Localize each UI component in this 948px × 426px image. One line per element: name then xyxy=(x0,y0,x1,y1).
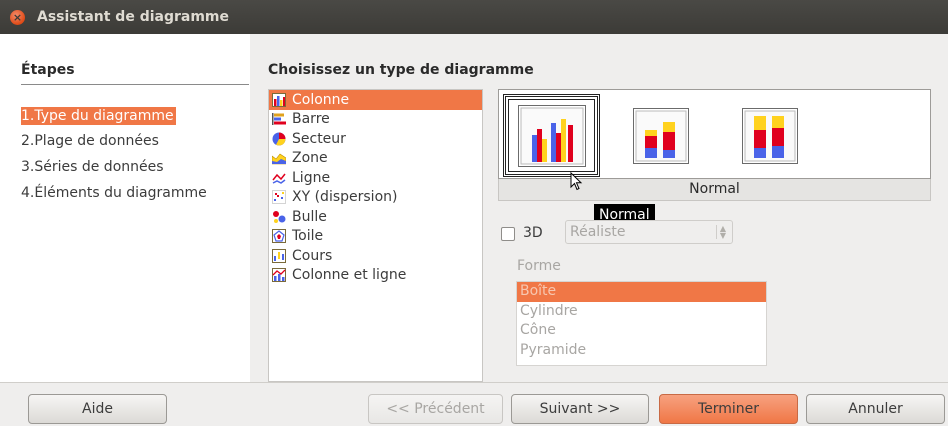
chart-type-label: Bulle xyxy=(292,208,327,225)
column-line-chart-icon xyxy=(272,268,286,283)
chart-wizard-window: × Assistant de diagramme Étapes 1.Type d… xyxy=(0,0,948,426)
section-title: Choisissez un type de diagramme xyxy=(268,62,534,78)
shape-item[interactable]: Cylindre xyxy=(517,302,766,322)
cancel-button[interactable]: Annuler xyxy=(806,394,945,424)
3d-checkbox-label[interactable]: 3D xyxy=(523,225,543,241)
column-chart-icon xyxy=(272,92,286,107)
chart-type-label: Barre xyxy=(292,111,330,128)
chart-type-net[interactable]: Toile xyxy=(269,227,482,247)
mouse-pointer-icon xyxy=(570,172,583,191)
chart-type-label: Toile xyxy=(292,228,324,245)
chart-type-area[interactable]: Zone xyxy=(269,149,482,169)
stacked-column-icon xyxy=(632,107,689,164)
net-chart-icon xyxy=(272,229,286,244)
chart-type-scatter[interactable]: XY (dispersion) xyxy=(269,188,482,208)
shape-list[interactable]: Boîte Cylindre Cône Pyramide xyxy=(516,281,767,366)
variant-percent-stacked[interactable] xyxy=(721,94,818,177)
line-chart-icon xyxy=(272,173,286,184)
step-data-series[interactable]: 3.Séries de données xyxy=(21,159,164,175)
variant-stacked[interactable] xyxy=(612,94,709,177)
chart-type-column[interactable]: Colonne xyxy=(269,90,482,110)
chart-type-label: Cours xyxy=(292,247,333,264)
chart-type-label: XY (dispersion) xyxy=(292,189,398,206)
chart-variant-preview xyxy=(498,89,931,179)
steps-title: Étapes xyxy=(21,62,75,78)
step-data-range[interactable]: 2.Plage de données xyxy=(21,133,159,149)
percent-stacked-column-icon xyxy=(741,107,798,164)
3d-scheme-combo[interactable]: Réaliste ▲ ▼ xyxy=(565,220,733,244)
previous-button[interactable]: << Précédent xyxy=(368,394,503,424)
normal-column-icon xyxy=(517,104,586,167)
help-button[interactable]: Aide xyxy=(28,394,167,424)
shape-item[interactable]: Pyramide xyxy=(517,341,766,361)
pie-chart-icon xyxy=(272,132,286,146)
chart-type-bar[interactable]: Barre xyxy=(269,110,482,130)
title-bar: × Assistant de diagramme xyxy=(0,0,948,34)
area-chart-icon xyxy=(272,153,286,165)
3d-scheme-value: Réaliste xyxy=(570,224,626,240)
chart-type-stock[interactable]: Cours xyxy=(269,246,482,266)
window-title: Assistant de diagramme xyxy=(37,9,230,25)
shape-label: Forme xyxy=(517,258,561,274)
steps-pane: Étapes 1.Type du diagramme 2.Plage de do… xyxy=(0,34,250,382)
spin-arrows-icon: ▲ ▼ xyxy=(716,225,726,240)
chart-type-label: Colonne et ligne xyxy=(292,267,407,284)
chart-type-bubble[interactable]: Bulle xyxy=(269,207,482,227)
close-icon[interactable]: × xyxy=(10,9,25,25)
3d-checkbox[interactable] xyxy=(501,227,515,241)
chart-type-label: Secteur xyxy=(292,130,346,147)
step-chart-type[interactable]: 1.Type du diagramme xyxy=(21,107,176,125)
stock-chart-icon xyxy=(272,248,286,263)
finish-button[interactable]: Terminer xyxy=(659,394,798,424)
chart-type-line[interactable]: Ligne xyxy=(269,168,482,188)
shape-item[interactable]: Boîte xyxy=(517,282,766,302)
chart-type-label: Colonne xyxy=(292,91,350,108)
variant-normal[interactable] xyxy=(503,94,600,177)
shape-item[interactable]: Cône xyxy=(517,321,766,341)
bar-chart-icon xyxy=(272,113,286,126)
step-chart-elements[interactable]: 4.Éléments du diagramme xyxy=(21,185,207,201)
bubble-chart-icon xyxy=(273,210,286,223)
steps-divider xyxy=(21,84,249,85)
next-button[interactable]: Suivant >> xyxy=(511,394,649,424)
chart-type-label: Ligne xyxy=(292,169,331,186)
chart-type-label: Zone xyxy=(292,150,328,167)
chart-type-list[interactable]: Colonne Barre Secteur Zone Ligne XY (dis… xyxy=(268,89,483,382)
scatter-chart-icon xyxy=(272,190,286,205)
variant-caption: Normal xyxy=(498,179,931,201)
button-bar: Aide << Précédent Suivant >> Terminer An… xyxy=(0,382,948,426)
chart-type-column-line[interactable]: Colonne et ligne xyxy=(269,266,482,286)
chart-type-pie[interactable]: Secteur xyxy=(269,129,482,149)
